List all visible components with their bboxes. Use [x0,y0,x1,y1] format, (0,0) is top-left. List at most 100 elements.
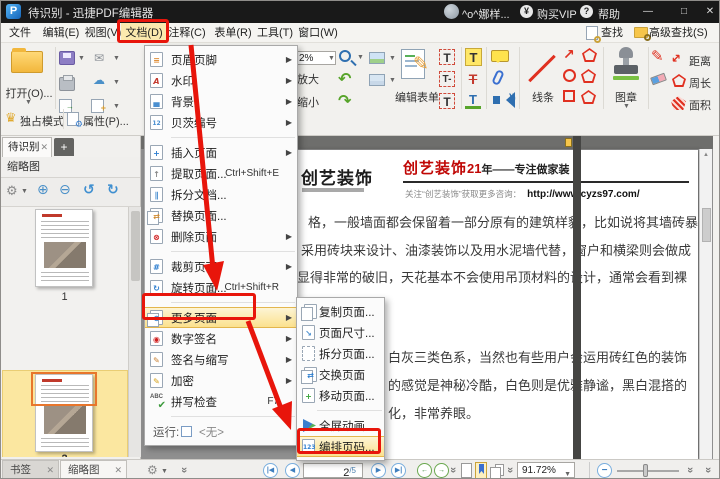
thumbnail-panel-tab[interactable]: 缩略图✕ [60,460,127,479]
menu-item-watermark[interactable]: A 水印 ▶ [145,70,297,91]
add-image-icon[interactable] [369,52,385,64]
close-button[interactable]: ✕ [699,1,720,23]
eraser-tool-icon[interactable] [650,73,667,86]
statusbar-chevrons2-icon[interactable]: » [702,467,714,473]
zoom-out-slider-button[interactable]: − [597,463,612,478]
thumbnail-zoom-in-icon[interactable]: ⊕ [37,182,49,198]
menu-file[interactable]: 文件 [3,23,37,43]
page-scrollbar[interactable]: ▲ [699,149,712,459]
menu-item-delete-pages[interactable]: ⊗ 删除页面 ▶ [145,226,297,247]
menu-item-background[interactable]: ▄ 背景 ▶ [145,91,297,112]
rotate-ccw-icon[interactable]: ↶ [338,69,351,88]
nav-chevrons-icon[interactable]: » [447,467,459,473]
first-page-button[interactable]: |◀ [263,463,278,478]
export-doc-icon[interactable] [59,99,72,113]
page-1-thumbnail[interactable] [35,209,93,287]
submenu-item-split-page[interactable]: 拆分页面... [297,343,384,364]
menu-item-extract-pages[interactable]: ↑ 提取页面... Ctrl+Shift+E [145,163,297,184]
new-doc-icon[interactable] [91,99,104,113]
thumbnail-options-gear-icon[interactable]: ⚙ [6,184,18,199]
menu-item-sign-initial[interactable]: ✎ 签名与缩写 ▶ [145,349,297,370]
menu-comment[interactable]: 注释(C) [165,23,209,43]
save-icon[interactable] [59,51,75,65]
menu-item-replace-pages[interactable]: ⇄ 替换页面... [145,205,297,226]
menu-item-bates-numbering[interactable]: 12 贝茨编号 ▶ [145,112,297,133]
zoom-combo-caret-icon[interactable]: ▼ [328,55,335,62]
add-text-icon[interactable] [369,74,385,86]
status-options-gear-icon[interactable]: ⚙ [147,463,158,477]
distance-measure-icon[interactable]: ↔ [668,49,685,66]
area-measure-icon[interactable] [671,96,686,110]
document-tab-close-icon[interactable]: ✕ [40,138,48,157]
text-small-icon[interactable]: T- [439,71,455,87]
submenu-item-move-pages[interactable]: + 移动页面... [297,385,384,406]
highlight-text-icon[interactable]: T [465,48,482,66]
help-button[interactable]: 帮助 [598,6,620,22]
buy-vip-button[interactable]: 购买VIP [537,6,577,22]
page-number-input[interactable]: 2/5 [303,463,363,478]
audio-comment-icon[interactable] [493,96,500,104]
statusbar-chevrons-icon[interactable]: » [684,467,696,473]
menu-form[interactable]: 表单(R) [211,23,255,43]
bookmark-tab-close-icon[interactable]: ✕ [46,461,54,479]
collapse-chevrons-icon[interactable]: » [178,467,190,473]
rotate-cw-icon[interactable]: ↷ [338,91,351,110]
zoom-level-combo[interactable]: 91.72%▼ [517,462,575,478]
stamp-tool-icon[interactable] [613,47,639,83]
rotate-page-cw-icon[interactable]: ↻ [107,182,119,198]
zoom-slider-track[interactable] [617,470,679,472]
properties-button[interactable]: 属性(P)... [83,113,129,129]
menu-item-encrypt[interactable]: ✎ 加密 ▶ [145,370,297,391]
email-caret-icon[interactable]: ▼ [113,55,120,62]
menu-item-run[interactable]: 运行: <无> [145,421,297,442]
menu-tools[interactable]: 工具(T) [253,23,297,43]
email-icon[interactable]: ✉ [91,51,107,65]
document-tab[interactable]: 待识别 ✕ [2,137,52,157]
rotate-page-ccw-icon[interactable]: ↺ [83,182,95,198]
underline-text-icon[interactable]: T [465,92,481,109]
scroll-up-icon[interactable]: ▲ [703,152,709,158]
advanced-find-button[interactable]: 高级查找(S) [649,23,715,43]
comment-note-icon[interactable] [491,50,509,62]
user-avatar[interactable] [444,4,459,19]
panel-toggle-icon[interactable] [565,138,572,147]
print-icon[interactable] [59,77,75,91]
minimize-button[interactable]: — [633,1,663,23]
submenu-item-swap-pages[interactable]: ⇄ 交换页面 [297,364,384,385]
menu-window[interactable]: 窗口(W) [295,23,341,43]
magnifier-icon[interactable] [339,50,351,62]
menu-item-spell-check[interactable]: ABC✔ 拼写检查 F7 [145,391,297,412]
next-page-button[interactable]: ▶ [371,463,386,478]
line-tool-button[interactable]: 线条 [525,89,561,105]
polyline-tool-icon[interactable] [582,48,597,62]
fit-page-view-icon[interactable] [475,462,487,479]
run-checkbox[interactable] [181,426,192,437]
menu-item-split-document[interactable]: ∥ 拆分文档... [145,184,297,205]
add-image-caret-icon[interactable]: ▼ [389,55,396,62]
stamp-caret-icon[interactable]: ▼ [623,103,630,110]
open-caret-icon[interactable]: ▼ [25,99,32,106]
thumbnail-options-caret-icon[interactable]: ▼ [21,188,28,195]
user-name[interactable]: ^o^娜样... [462,6,510,22]
two-page-view-icon[interactable] [495,464,504,476]
menu-item-digital-signature[interactable]: ◉ 数字签名 ▶ [145,328,297,349]
edit-form-button[interactable]: 编辑表单 [393,89,441,105]
thumbnail-scrollbar[interactable] [128,207,141,457]
save-caret-icon[interactable]: ▼ [78,55,85,62]
bookmark-panel-tab[interactable]: 书签✕ [2,460,59,479]
zoom-slider-thumb[interactable] [643,464,648,477]
previous-page-button[interactable]: ◀ [285,463,300,478]
line-tool-icon[interactable] [525,51,559,85]
new-tab-button[interactable]: + [54,138,74,156]
strikethrough-text-icon[interactable]: T [465,71,481,87]
thumbnail-tab-close-icon[interactable]: ✕ [114,461,122,479]
attachment-icon[interactable] [491,69,505,86]
single-page-view-icon[interactable] [461,463,472,478]
maximize-button[interactable]: □ [669,1,699,23]
status-gear-caret-icon[interactable]: ▼ [161,468,168,475]
typewriter-text-icon[interactable]: T [439,49,455,65]
submenu-item-copy-pages[interactable]: 复制页面... [297,301,384,322]
scrollbar-thumb[interactable] [702,208,711,242]
rectangle-tool-icon[interactable] [563,90,575,102]
open-file-icon[interactable] [11,51,43,73]
